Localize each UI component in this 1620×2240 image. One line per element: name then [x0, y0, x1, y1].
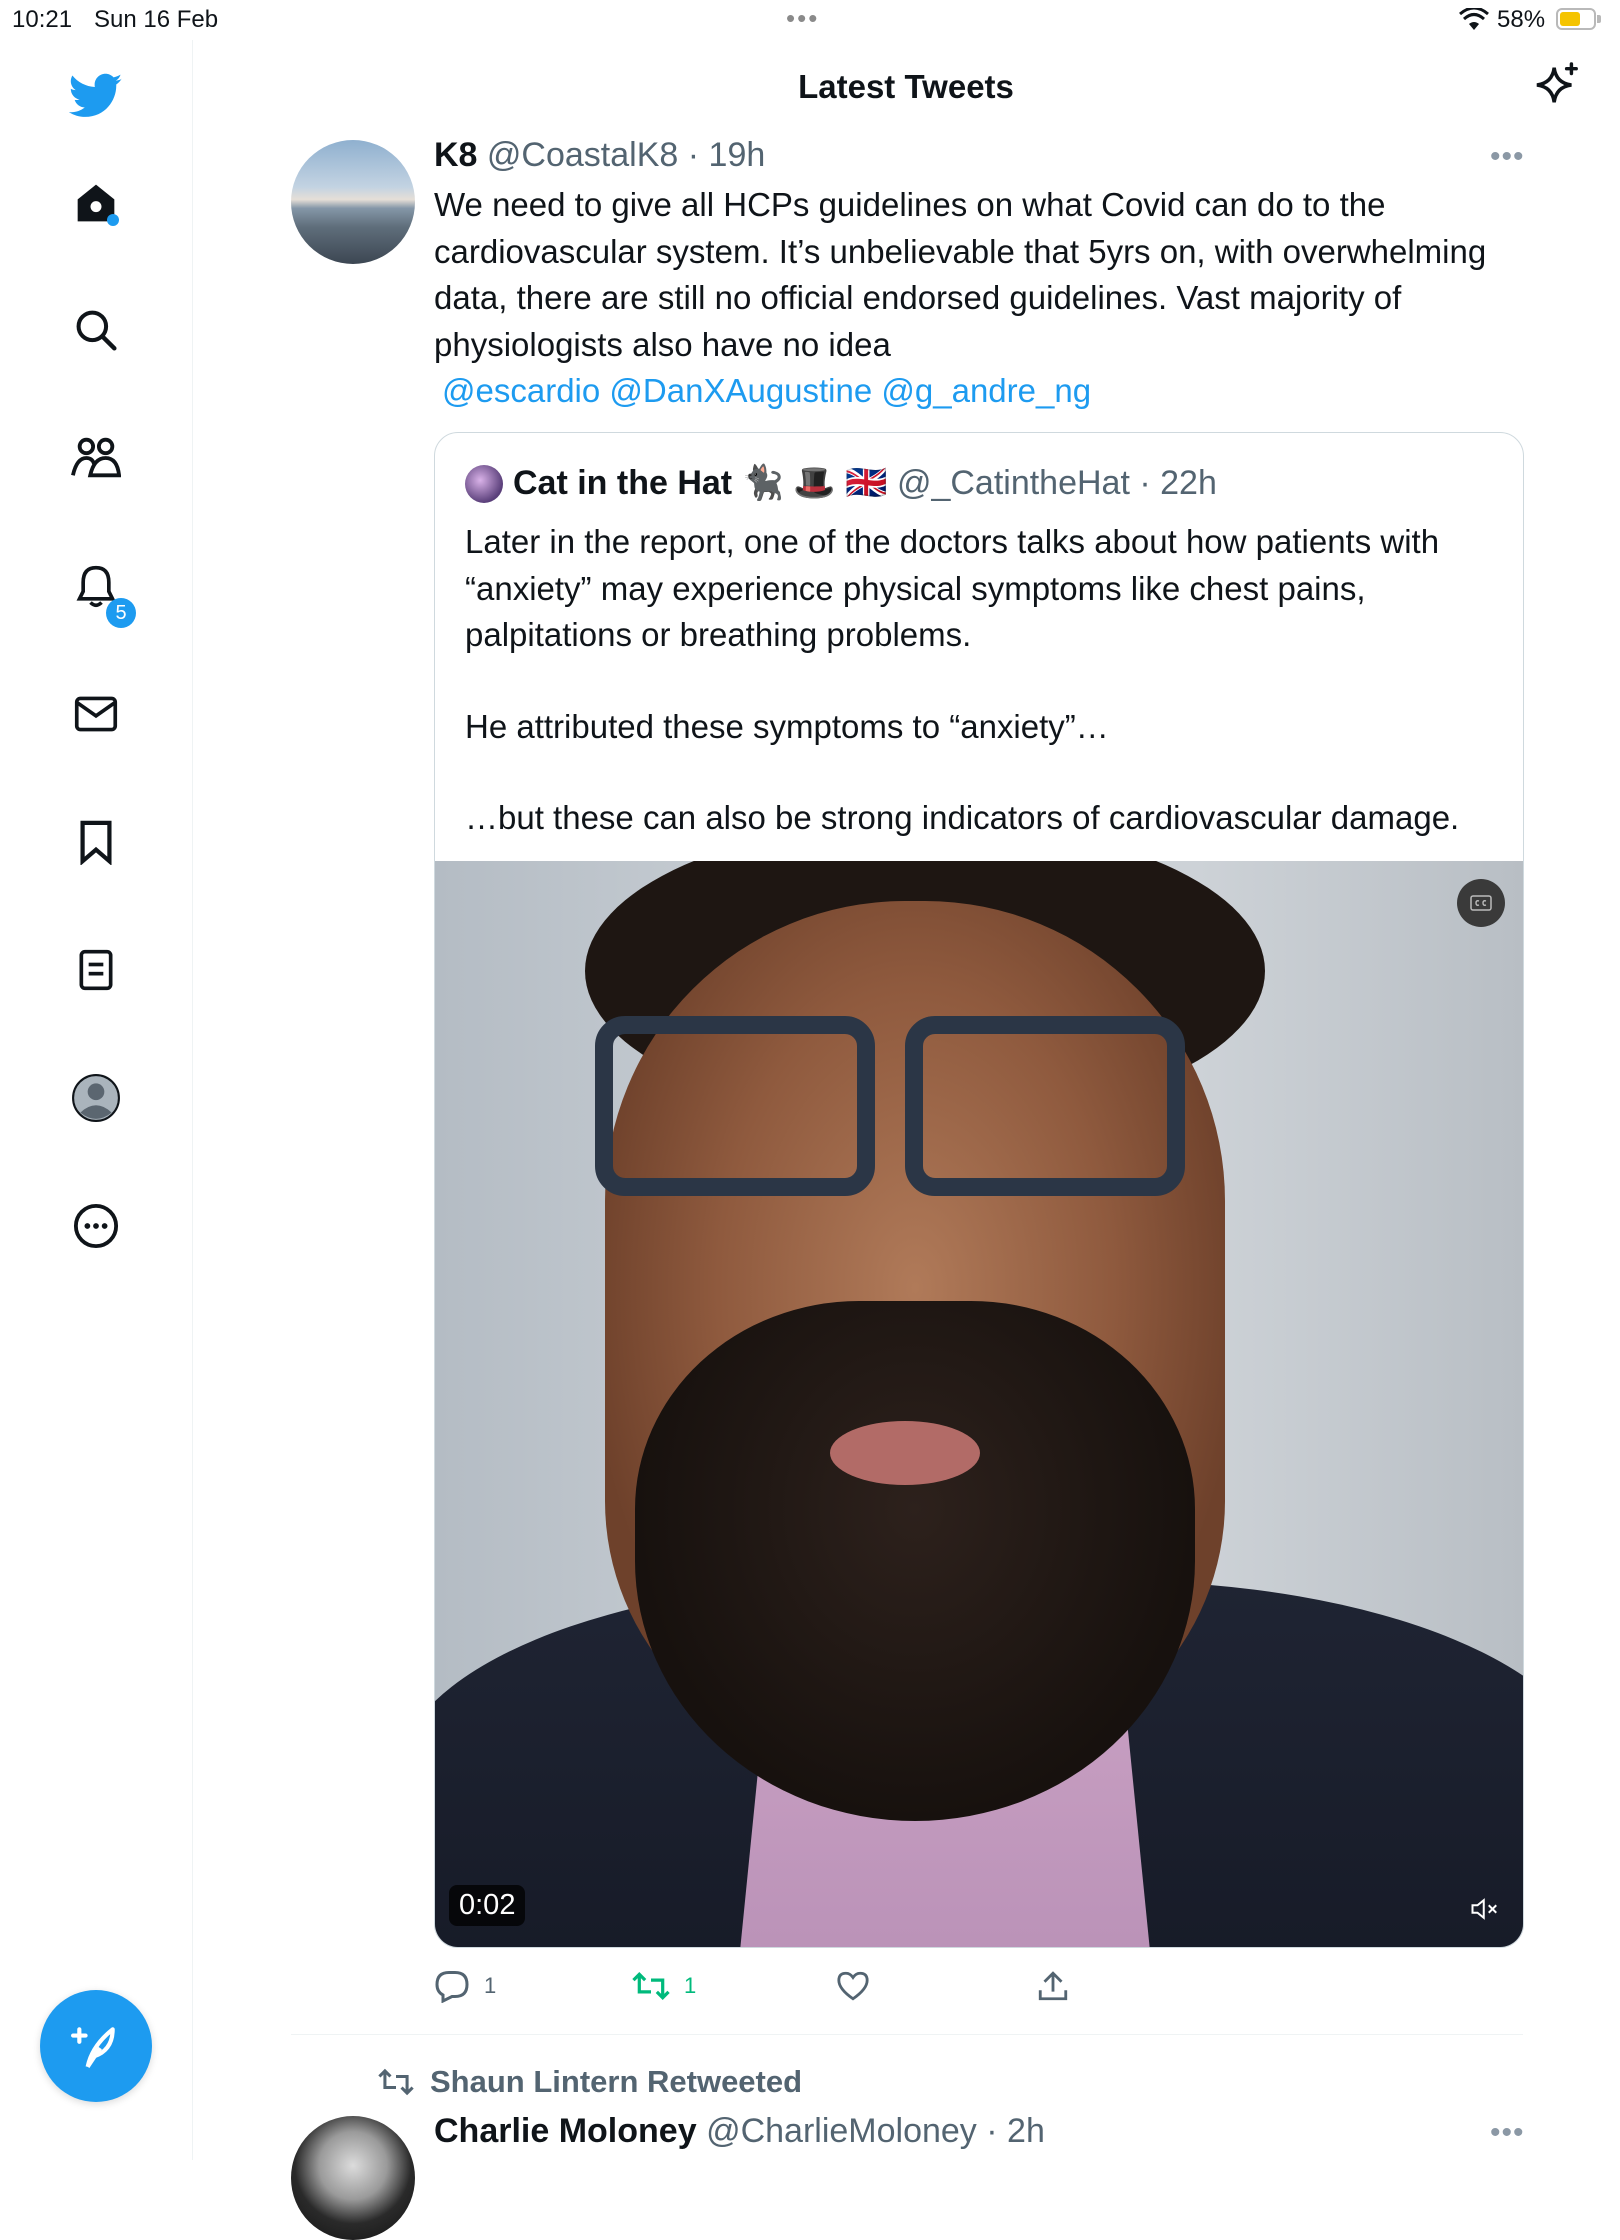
- quote-author-name: Cat in the Hat: [513, 464, 733, 502]
- quote-header: Cat in the Hat 🐈‍⬛ 🎩 🇬🇧 @_CatintheHat · …: [513, 464, 1217, 502]
- video-frame-detail: [635, 1301, 1195, 1821]
- mute-button[interactable]: [1465, 1889, 1505, 1929]
- page-title: Latest Tweets: [798, 68, 1014, 105]
- tweet-more-button[interactable]: •••: [1490, 140, 1525, 174]
- quote-text: Later in the report, one of the doctors …: [465, 519, 1505, 842]
- retweeted-by-label: Shaun Lintern Retweeted: [430, 2064, 803, 2099]
- tweet-text: We need to give all HCPs guidelines on w…: [434, 182, 1514, 415]
- closed-captions-button[interactable]: [1457, 879, 1505, 927]
- bookmarks-icon[interactable]: [64, 810, 128, 874]
- communities-icon[interactable]: [64, 426, 128, 490]
- author-handle[interactable]: @CharlieMoloney: [706, 2112, 977, 2150]
- lists-icon[interactable]: [64, 938, 128, 1002]
- status-time: 10:21: [12, 6, 73, 33]
- messages-envelope-icon[interactable]: [64, 682, 128, 746]
- quote-paragraph: …but these can also be strong indicators…: [465, 799, 1460, 836]
- share-button[interactable]: [1036, 1966, 1070, 2006]
- heart-icon: [837, 1971, 869, 2001]
- wifi-icon: [1459, 6, 1489, 37]
- compose-tweet-button[interactable]: [40, 1990, 152, 2102]
- video-timestamp: 0:02: [449, 1885, 526, 1926]
- home-unread-dot: [107, 214, 119, 226]
- video-frame-detail: [595, 1016, 875, 1196]
- retweet-count: 1: [684, 1973, 697, 1998]
- share-icon: [1038, 1971, 1068, 2001]
- retweet-button[interactable]: 1: [632, 1966, 696, 2006]
- video-player[interactable]: 0:02: [435, 861, 1523, 1947]
- compose-feather-icon: [71, 2027, 115, 2068]
- avatar[interactable]: [291, 140, 415, 264]
- quoted-tweet[interactable]: Cat in the Hat 🐈‍⬛ 🎩 🇬🇧 @_CatintheHat · …: [434, 432, 1524, 1948]
- tweet-time[interactable]: 19h: [709, 136, 766, 174]
- volume-muted-icon: [1471, 1898, 1497, 1920]
- reply-icon: [435, 1971, 469, 2003]
- author-handle[interactable]: @CoastalK8: [487, 136, 678, 174]
- status-date: Sun 16 Feb: [94, 6, 219, 33]
- tweet-body: We need to give all HCPs guidelines on w…: [434, 186, 1487, 363]
- sparkle-icon[interactable]: [1535, 62, 1581, 113]
- retweet-icon: [632, 1972, 670, 2000]
- divider: [291, 2034, 1523, 2035]
- search-icon[interactable]: [64, 298, 128, 362]
- video-frame-detail: [830, 1421, 980, 1485]
- author-name[interactable]: Charlie Moloney: [434, 2112, 697, 2150]
- more-options-icon[interactable]: [64, 1194, 128, 1258]
- video-frame-detail: [905, 1016, 1185, 1196]
- notifications-badge: 5: [106, 598, 136, 628]
- avatar[interactable]: [291, 2116, 415, 2240]
- multitasking-dots[interactable]: •••: [786, 3, 819, 34]
- reply-button[interactable]: 1: [434, 1966, 496, 2006]
- like-button[interactable]: [836, 1966, 870, 2006]
- battery-icon: [1556, 8, 1601, 30]
- tweet-mentions[interactable]: @escardio @DanXAugustine @g_andre_ng: [434, 368, 1514, 415]
- home-icon[interactable]: [64, 171, 128, 235]
- tweet-more-button[interactable]: •••: [1490, 2116, 1525, 2150]
- tweet-header: Charlie Moloney @CharlieMoloney · 2h: [434, 2112, 1045, 2150]
- quote-author-emoji: 🐈‍⬛ 🎩 🇬🇧: [741, 464, 888, 502]
- retweeted-by[interactable]: Shaun Lintern Retweeted: [378, 2064, 802, 2100]
- status-bar: 10:21 Sun 16 Feb ••• 58%: [0, 0, 1620, 40]
- author-name[interactable]: K8: [434, 136, 477, 174]
- quote-avatar: [465, 465, 503, 503]
- sidebar: 5: [0, 40, 193, 2160]
- retweet-indicator-icon: [378, 2068, 414, 2096]
- battery-percentage: 58%: [1497, 6, 1546, 33]
- profile-avatar-icon[interactable]: [64, 1066, 128, 1130]
- quote-author-handle: @_CatintheHat: [896, 464, 1130, 502]
- closed-captions-icon: [1470, 895, 1492, 911]
- quote-paragraph: He attributed these symptoms to “anxiety…: [465, 707, 1109, 745]
- tweet-time[interactable]: 2h: [1007, 2112, 1045, 2150]
- reply-count: 1: [484, 1973, 497, 1998]
- quote-time: 22h: [1160, 464, 1217, 502]
- tweet-header: K8 @CoastalK8 · 19h: [434, 136, 766, 174]
- quote-paragraph: Later in the report, one of the doctors …: [465, 523, 1440, 653]
